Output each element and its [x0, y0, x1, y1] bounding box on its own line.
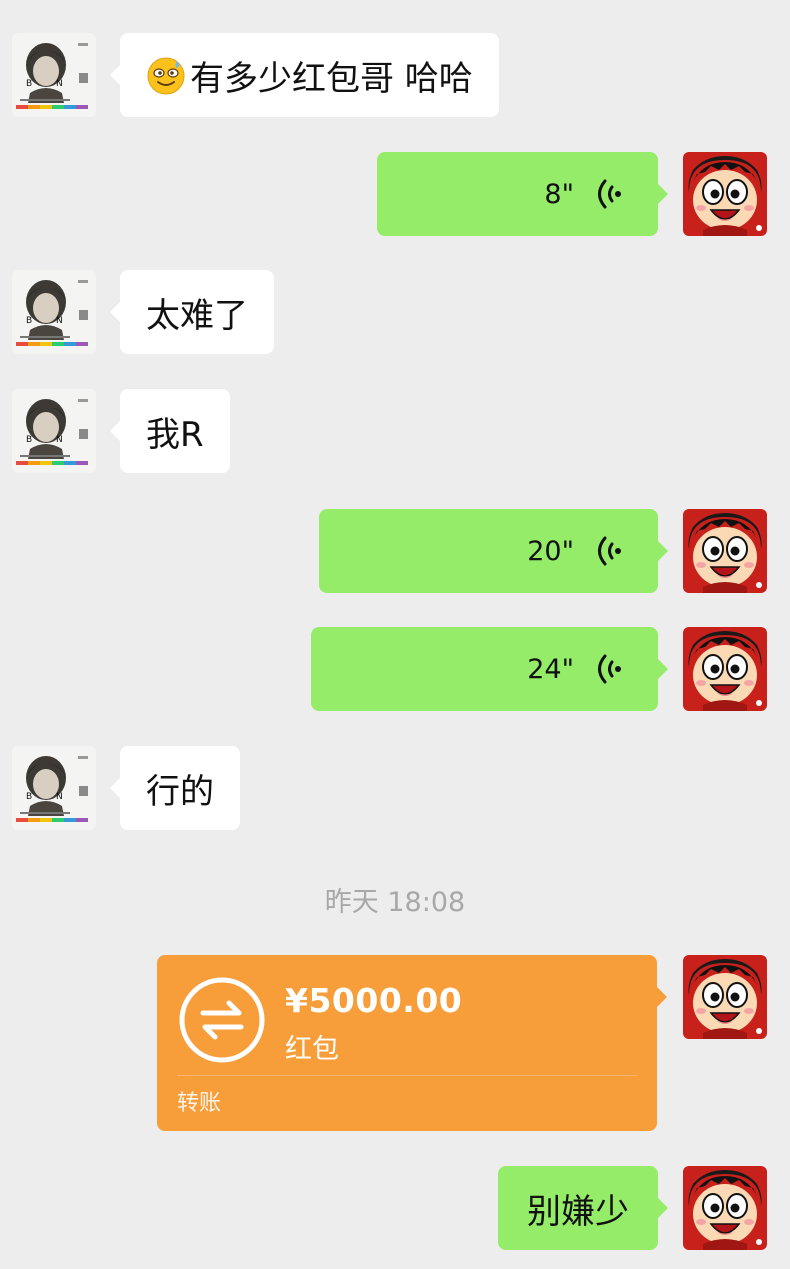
transfer-divider	[177, 1075, 637, 1076]
self-avatar[interactable]	[683, 1166, 767, 1250]
voice-wave-icon	[598, 179, 621, 209]
contact-portrait-image	[12, 389, 96, 473]
contact-portrait-image	[12, 746, 96, 830]
message-text: 有多少红包哥 哈哈	[190, 58, 473, 99]
self-avatar[interactable]	[683, 627, 767, 711]
message-bubble-incoming[interactable]: 太难了	[110, 270, 274, 354]
self-cartoon-image	[683, 627, 767, 711]
voice-wave-icon	[598, 536, 621, 566]
message-text: 太难了	[146, 295, 248, 336]
contact-portrait-image	[12, 270, 96, 354]
transfer-amount: ¥5000.00	[285, 981, 463, 1020]
voice-duration: 8"	[544, 178, 574, 210]
transfer-footer-label: 转账	[177, 1091, 222, 1116]
self-avatar[interactable]	[683, 509, 767, 593]
self-cartoon-image	[683, 955, 767, 1039]
contact-avatar[interactable]	[12, 33, 96, 117]
self-avatar[interactable]	[683, 152, 767, 236]
voice-duration: 24"	[527, 653, 574, 685]
transfer-arrows-icon	[179, 977, 265, 1063]
contact-portrait-image	[12, 33, 96, 117]
self-cartoon-image	[683, 152, 767, 236]
transfer-card[interactable]: ¥5000.00 红包 转账	[157, 955, 667, 1131]
voice-wave-icon	[598, 654, 621, 684]
message-bubble-incoming[interactable]: 行的	[110, 746, 240, 830]
self-cartoon-image	[683, 1166, 767, 1250]
self-avatar[interactable]	[683, 955, 767, 1039]
message-bubble-incoming[interactable]: 我R	[110, 389, 230, 473]
self-cartoon-image	[683, 509, 767, 593]
message-text: 行的	[146, 771, 214, 812]
message-text: 别嫌少	[527, 1191, 629, 1232]
voice-message-bubble[interactable]: 8"	[377, 152, 668, 236]
voice-duration: 20"	[527, 535, 574, 567]
chat-window: 有多少红包哥 哈哈 8" 太难了 我R 20" 24" 行的 昨天 18:08 …	[0, 0, 790, 1269]
message-bubble-incoming[interactable]: 有多少红包哥 哈哈	[110, 33, 499, 117]
transfer-note: 红包	[285, 1034, 339, 1065]
contact-avatar[interactable]	[12, 389, 96, 473]
chat-timestamp: 昨天 18:08	[324, 887, 466, 918]
message-bubble-outgoing[interactable]: 别嫌少	[498, 1166, 668, 1250]
contact-avatar[interactable]	[12, 746, 96, 830]
grinning-sweat-emoji-icon	[147, 57, 185, 95]
message-text: 我R	[146, 414, 204, 455]
voice-message-bubble[interactable]: 24"	[311, 627, 668, 711]
contact-avatar[interactable]	[12, 270, 96, 354]
voice-message-bubble[interactable]: 20"	[319, 509, 668, 593]
